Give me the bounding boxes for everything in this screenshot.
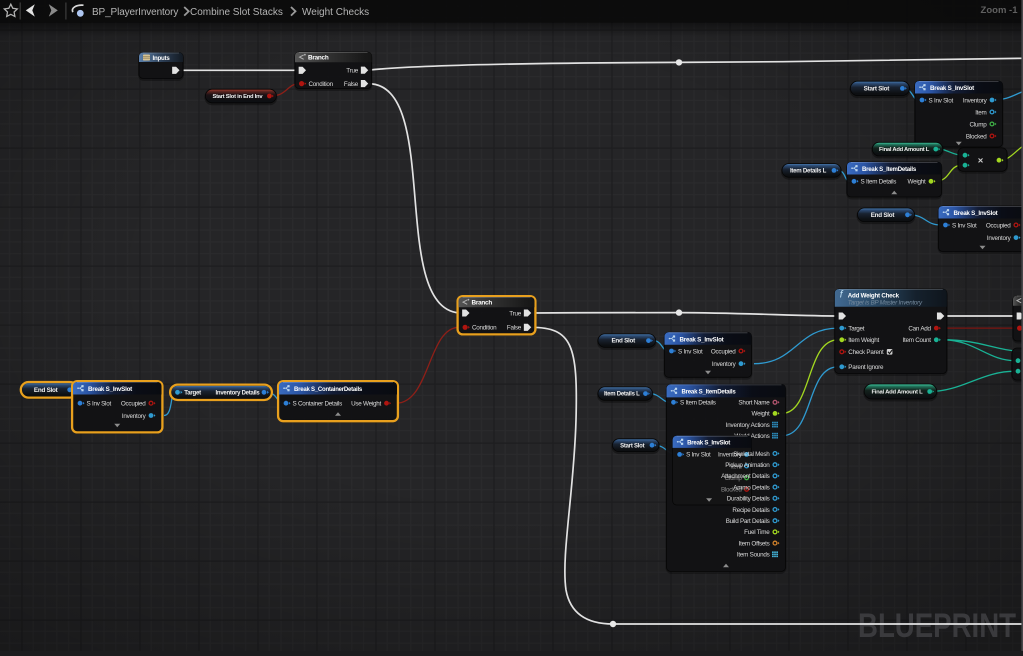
svg-text:S Inv Slot: S Inv Slot (87, 401, 112, 408)
svg-text:Break S_InvSlot: Break S_InvSlot (954, 210, 999, 217)
svg-text:Short Name: Short Name (738, 400, 770, 407)
svg-text:Combine Slot Stacks: Combine Slot Stacks (190, 7, 283, 18)
svg-text:×: × (978, 155, 984, 166)
svg-text:False: False (507, 325, 522, 332)
svg-text:Add Weight Check: Add Weight Check (848, 292, 899, 299)
svg-text:True: True (509, 310, 521, 317)
svg-text:Parent Ignore: Parent Ignore (848, 364, 884, 371)
svg-text:Target is BP Master Inventory: Target is BP Master Inventory (848, 300, 923, 307)
svg-text:S Inv Slot: S Inv Slot (686, 452, 711, 459)
svg-text:Break S_InvSlot: Break S_InvSlot (88, 386, 133, 393)
svg-text:Target: Target (848, 325, 865, 332)
svg-text:Break S_InvSlot: Break S_InvSlot (680, 336, 725, 343)
svg-text:Inventory Actions: Inventory Actions (726, 422, 770, 429)
svg-text:BP_PlayerInventory: BP_PlayerInventory (92, 7, 178, 18)
svg-text:Pickup Animation: Pickup Animation (725, 462, 770, 469)
svg-text:End Slot: End Slot (611, 338, 636, 345)
svg-text:Zoom -1: Zoom -1 (981, 5, 1019, 16)
svg-text:Target: Target (184, 390, 201, 397)
svg-text:Item Offsets: Item Offsets (739, 540, 770, 547)
svg-text:Final Add Amount L: Final Add Amount L (879, 147, 930, 153)
svg-text:Break S_InvSlot: Break S_InvSlot (930, 85, 975, 92)
svg-text:Inventory: Inventory (987, 235, 1012, 242)
svg-text:Condition: Condition (309, 81, 334, 88)
svg-text:Final Add Amount L: Final Add Amount L (871, 390, 923, 396)
svg-text:Break S_InvSlot: Break S_InvSlot (687, 440, 731, 447)
svg-text:Start Slot in End Inv: Start Slot in End Inv (212, 94, 263, 100)
svg-text:Attachment Details: Attachment Details (721, 473, 769, 480)
svg-text:Item Details L: Item Details L (604, 392, 640, 398)
svg-text:S Inv Slot: S Inv Slot (929, 97, 954, 104)
svg-text:Durability Details: Durability Details (727, 496, 770, 503)
svg-text:Item Sounds: Item Sounds (737, 552, 770, 559)
svg-text:Item Details L: Item Details L (790, 168, 827, 175)
svg-text:Fuel Time: Fuel Time (744, 529, 770, 536)
svg-text:Check Parent: Check Parent (848, 349, 884, 356)
svg-text:Branch: Branch (308, 55, 329, 62)
svg-text:Inventory Details: Inventory Details (216, 391, 261, 397)
svg-text:Condition: Condition (472, 325, 497, 332)
svg-text:Branch: Branch (472, 300, 493, 307)
svg-text:Weight: Weight (752, 411, 770, 418)
svg-text:End Slot: End Slot (34, 387, 59, 394)
svg-text:Item Count: Item Count (902, 337, 931, 344)
svg-text:Start Slot: Start Slot (864, 86, 891, 93)
svg-text:Blocked: Blocked (966, 133, 987, 140)
svg-text:Inventory: Inventory (122, 413, 147, 420)
svg-text:Occupied: Occupied (711, 348, 736, 355)
svg-text:Use Weight: Use Weight (351, 401, 381, 408)
svg-text:S Container Details: S Container Details (293, 401, 343, 408)
svg-text:False: False (344, 81, 359, 88)
svg-text:S Item Details: S Item Details (861, 179, 897, 186)
svg-text:Break S_ItemDetails: Break S_ItemDetails (682, 389, 737, 396)
svg-text:Break S_ItemDetails: Break S_ItemDetails (862, 166, 917, 173)
svg-text:Skeletal Mesh: Skeletal Mesh (733, 451, 770, 458)
svg-text:Inventory: Inventory (712, 361, 737, 368)
svg-text:Start Slot: Start Slot (620, 443, 644, 449)
svg-text:Weight: Weight (908, 179, 926, 186)
svg-text:Occupied: Occupied (986, 222, 1011, 229)
svg-text:True: True (346, 68, 358, 75)
svg-text:Item Weight: Item Weight (848, 337, 879, 344)
svg-text:Ammo Details: Ammo Details (733, 484, 769, 491)
svg-text:Inputs: Inputs (153, 55, 171, 62)
svg-text:Build Part Details: Build Part Details (726, 518, 770, 525)
svg-text:S Item Details: S Item Details (680, 400, 716, 407)
svg-text:Inventory: Inventory (963, 97, 988, 104)
svg-text:End Slot: End Slot (871, 212, 896, 219)
svg-text:Clump: Clump (970, 121, 988, 128)
svg-text:Occupied: Occupied (121, 401, 146, 408)
svg-text:BLUEPRINT: BLUEPRINT (858, 607, 1016, 645)
svg-text:Break S_ContainerDetails: Break S_ContainerDetails (294, 386, 363, 393)
svg-text:Item: Item (975, 109, 986, 116)
svg-text:S Inv Slot: S Inv Slot (678, 348, 703, 355)
svg-text:Can Add: Can Add (908, 325, 931, 332)
svg-text:S Inv Slot: S Inv Slot (952, 222, 977, 229)
svg-text:Recipe Details: Recipe Details (732, 507, 769, 514)
svg-text:Weight Checks: Weight Checks (302, 7, 369, 18)
